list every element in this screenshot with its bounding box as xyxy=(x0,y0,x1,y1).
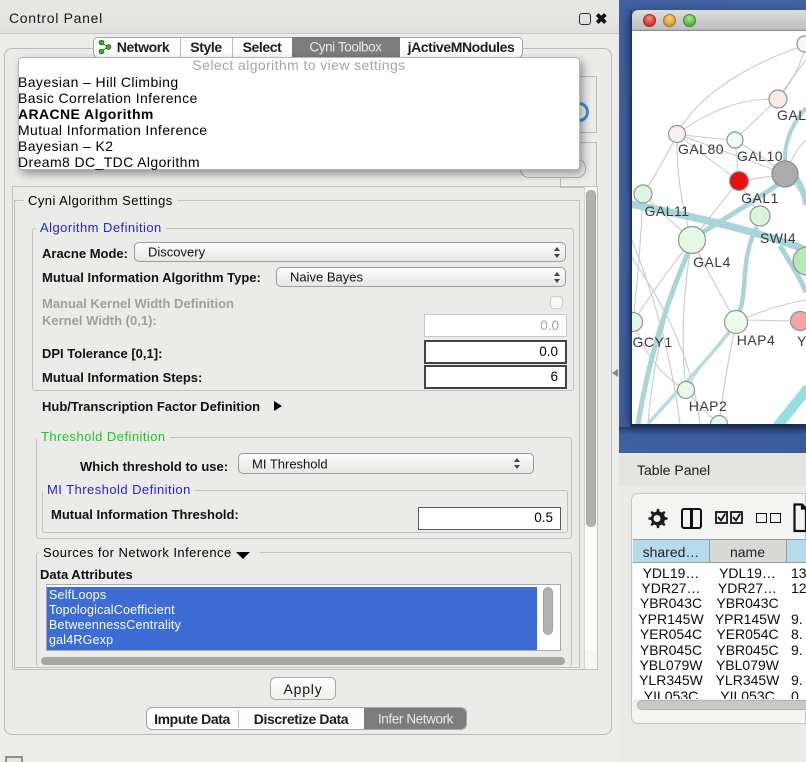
svg-text:GAL: GAL xyxy=(777,107,806,123)
svg-text:GAL4: GAL4 xyxy=(693,254,731,270)
svg-text:GAL11: GAL11 xyxy=(644,203,689,219)
svg-text:HAP4: HAP4 xyxy=(737,332,776,348)
svg-text:HAP2: HAP2 xyxy=(689,398,728,414)
svg-text:GCY1: GCY1 xyxy=(633,334,673,350)
svg-text:SWI4: SWI4 xyxy=(760,230,796,246)
svg-text:Y: Y xyxy=(797,333,806,349)
svg-text:GAL10: GAL10 xyxy=(737,148,783,164)
svg-text:GAL1: GAL1 xyxy=(741,190,779,206)
svg-text:GAL80: GAL80 xyxy=(678,141,724,157)
